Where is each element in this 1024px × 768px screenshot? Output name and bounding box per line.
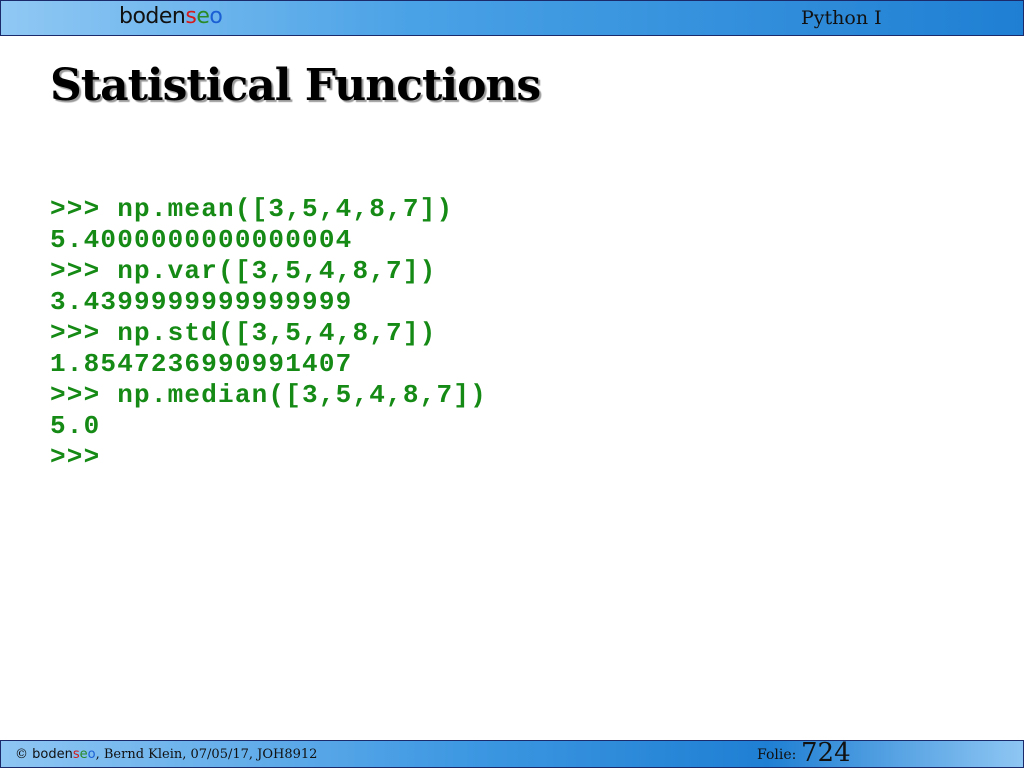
code-line: >>> — [50, 442, 101, 472]
slide-number: 724 — [801, 738, 851, 768]
code-line: 5.0 — [50, 411, 101, 441]
footer-bar: © bodenseo, Bernd Klein, 07/05/17, JOH89… — [0, 738, 1024, 768]
header-bar: bodenseo Python I — [0, 0, 1024, 36]
code-line: 3.4399999999999999 — [50, 287, 353, 317]
code-line: >>> np.mean([3,5,4,8,7]) — [50, 194, 454, 224]
footer-credits-text: , Bernd Klein, 07/05/17, JOH8912 — [95, 747, 318, 762]
bodenseo-logo: bodenseo — [119, 4, 223, 29]
course-title: Python I — [801, 7, 882, 29]
footer-credits: © bodenseo, Bernd Klein, 07/05/17, JOH89… — [15, 747, 317, 762]
code-line: 5.4000000000000004 — [50, 225, 353, 255]
code-line: >>> np.var([3,5,4,8,7]) — [50, 256, 437, 286]
code-line: >>> np.median([3,5,4,8,7]) — [50, 380, 487, 410]
copyright-symbol: © — [15, 747, 28, 762]
folie-label: Folie: — [757, 747, 797, 763]
code-block: >>> np.mean([3,5,4,8,7]) 5.40000000000000… — [50, 194, 487, 473]
footer-bodenseo-logo: bodenseo — [32, 747, 96, 762]
code-line: 1.8547236990991407 — [50, 349, 353, 379]
slide-title: Statistical Functions — [50, 60, 541, 111]
code-line: >>> np.std([3,5,4,8,7]) — [50, 318, 437, 348]
